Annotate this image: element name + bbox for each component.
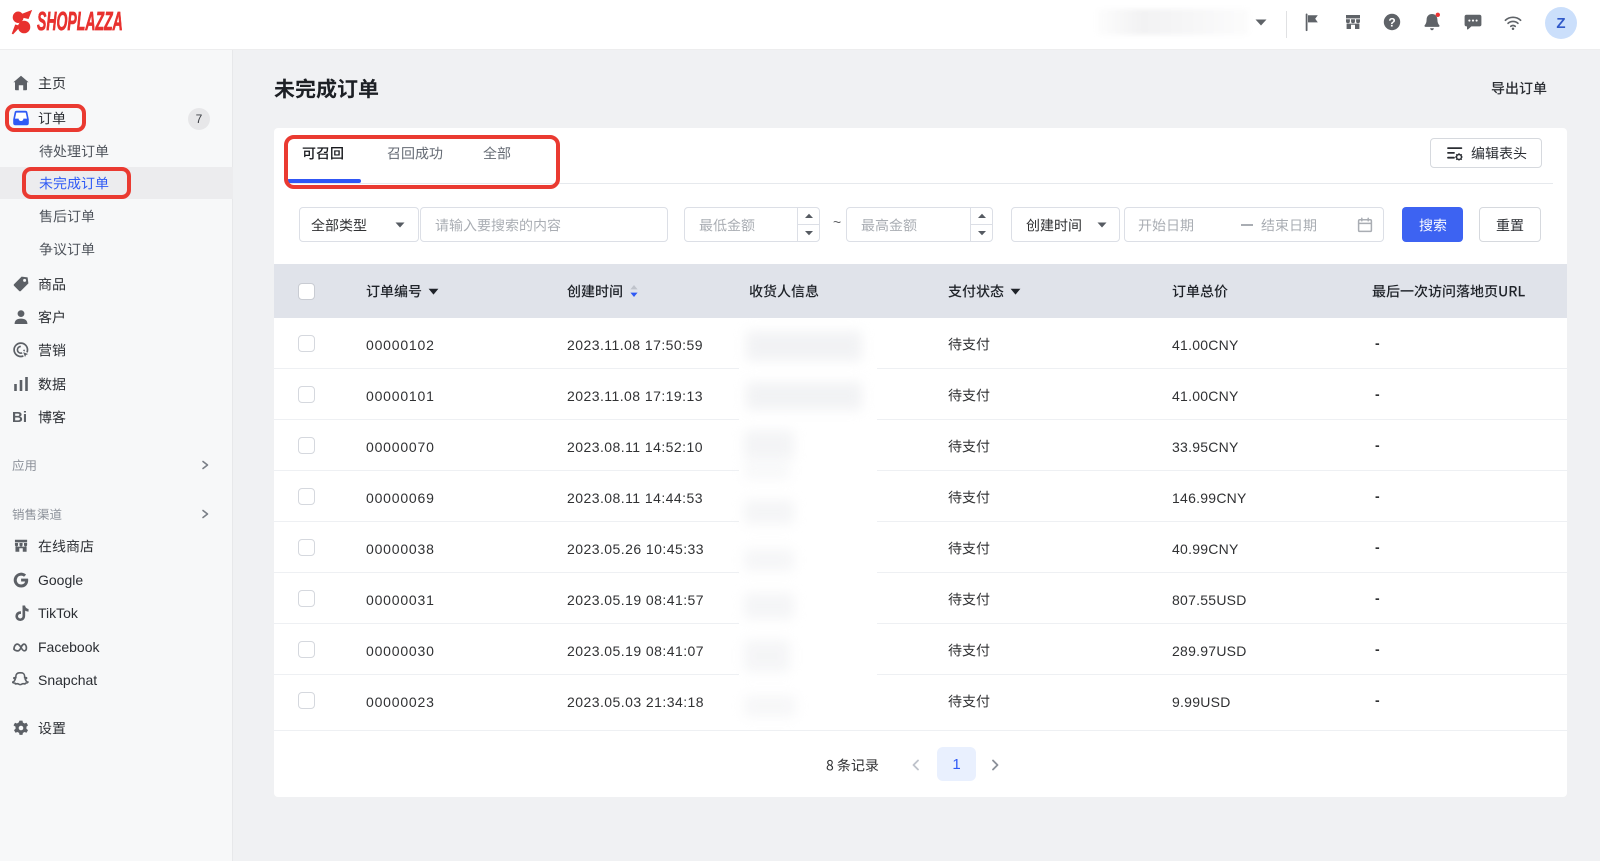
svg-text:?: ? xyxy=(1388,15,1395,29)
